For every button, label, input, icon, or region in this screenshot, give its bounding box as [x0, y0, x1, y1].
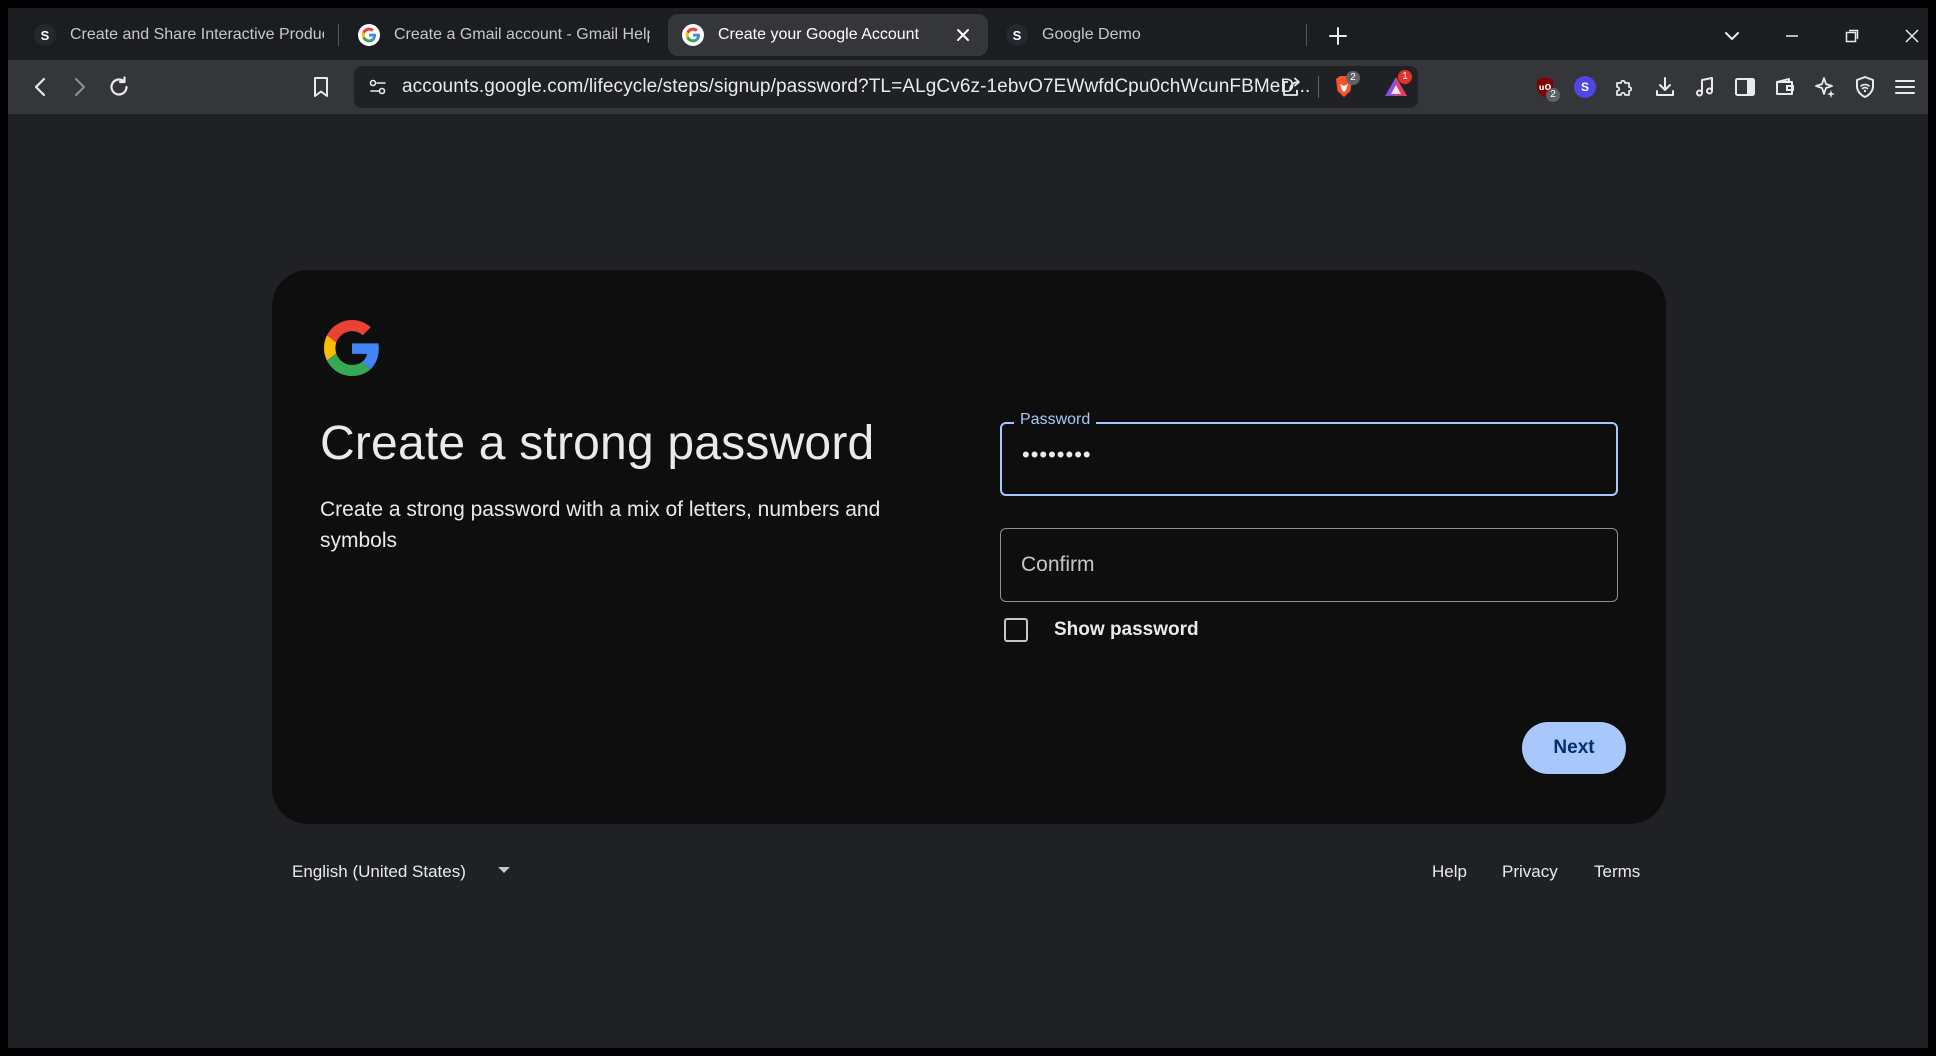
password-field-value[interactable]: ••••••••: [1022, 442, 1092, 468]
omnibox-divider: [1318, 76, 1319, 98]
vpn-shield-icon[interactable]: [1848, 70, 1882, 104]
next-button[interactable]: Next: [1522, 722, 1626, 774]
tab-search-chevron-down-icon[interactable]: [1718, 22, 1746, 50]
page-title: Create a strong password: [320, 417, 875, 470]
tab-title: Google Demo: [1042, 26, 1141, 43]
tab-strip: S Create and Share Interactive Product D…: [8, 8, 1928, 60]
footer-link-terms[interactable]: Terms: [1594, 862, 1640, 882]
brave-rewards-icon[interactable]: 1: [1382, 70, 1412, 101]
password-field[interactable]: Password ••••••••: [1000, 411, 1618, 496]
share-icon[interactable]: [1278, 74, 1304, 100]
show-password-checkbox[interactable]: [1004, 618, 1028, 642]
url-text[interactable]: accounts.google.com/lifecycle/steps/sign…: [402, 76, 1310, 98]
show-password-label[interactable]: Show password: [1054, 619, 1199, 641]
tab-google-demo[interactable]: S Google Demo: [992, 14, 1312, 56]
tab-title: Create and Share Interactive Product Dem…: [70, 26, 324, 43]
reload-icon[interactable]: [102, 70, 136, 104]
signup-card: Create a strong password Create a strong…: [272, 270, 1666, 824]
storylane-s-icon: S: [1006, 24, 1028, 46]
site-settings-icon[interactable]: [366, 75, 390, 99]
footer-link-privacy[interactable]: Privacy: [1502, 862, 1558, 882]
browser-toolbar: accounts.google.com/lifecycle/steps/sign…: [8, 60, 1928, 114]
dropdown-arrow-icon[interactable]: [498, 867, 510, 873]
brave-shields-badge: 2: [1346, 71, 1360, 85]
wallet-icon[interactable]: [1768, 70, 1802, 104]
google-g-icon: [682, 24, 704, 46]
show-password-toggle[interactable]: Show password: [1004, 618, 1199, 642]
tab-separator: [338, 24, 339, 46]
menu-hamburger-icon[interactable]: [1888, 70, 1922, 104]
leo-ai-sparkle-icon[interactable]: [1808, 70, 1842, 104]
storylane-letter: S: [1574, 76, 1596, 98]
address-bar[interactable]: accounts.google.com/lifecycle/steps/sign…: [354, 66, 1418, 108]
brave-rewards-badge: 1: [1398, 70, 1412, 84]
password-field-label: Password: [1014, 411, 1097, 429]
media-music-icon[interactable]: [1688, 70, 1722, 104]
page-footer: English (United States) Help Privacy Ter…: [8, 854, 1928, 894]
downloads-icon[interactable]: [1648, 70, 1682, 104]
tab-title: Create a Gmail account - Gmail Help: [394, 26, 650, 43]
ublock-origin-icon[interactable]: uO 2: [1528, 70, 1562, 104]
new-tab-plus-icon[interactable]: [1324, 22, 1352, 50]
bookmark-icon[interactable]: [304, 70, 338, 104]
window-close-icon[interactable]: [1898, 22, 1926, 50]
confirm-password-field[interactable]: Confirm: [1000, 528, 1618, 602]
ublock-badge: 2: [1546, 88, 1560, 102]
page-content: Create a strong password Create a strong…: [8, 114, 1928, 1048]
page-subtitle: Create a strong password with a mix of l…: [320, 498, 881, 552]
storylane-s-icon: S: [34, 24, 56, 46]
tab-storylane-demos[interactable]: S Create and Share Interactive Product D…: [20, 14, 338, 56]
google-logo-icon: [324, 320, 380, 376]
language-selector[interactable]: English (United States): [292, 862, 466, 882]
confirm-field-placeholder: Confirm: [1021, 553, 1095, 576]
google-g-icon: [358, 24, 380, 46]
browser-window: S Create and Share Interactive Product D…: [8, 8, 1928, 1048]
tab-separator: [1306, 24, 1307, 46]
forward-arrow-icon[interactable]: [62, 70, 96, 104]
back-arrow-icon[interactable]: [24, 70, 58, 104]
tab-title: Create your Google Account: [718, 26, 920, 43]
tab-create-google-account[interactable]: Create your Google Account: [668, 14, 988, 56]
tab-gmail-help[interactable]: Create a Gmail account - Gmail Help: [344, 14, 664, 56]
footer-link-help[interactable]: Help: [1432, 862, 1467, 882]
close-icon[interactable]: [952, 24, 974, 46]
extensions-puzzle-icon[interactable]: [1608, 70, 1642, 104]
sidebar-icon[interactable]: [1728, 70, 1762, 104]
brave-shields-icon[interactable]: 2: [1330, 71, 1360, 101]
minimize-icon[interactable]: [1778, 22, 1806, 50]
storylane-extension-icon[interactable]: S: [1568, 70, 1602, 104]
restore-icon[interactable]: [1838, 22, 1866, 50]
